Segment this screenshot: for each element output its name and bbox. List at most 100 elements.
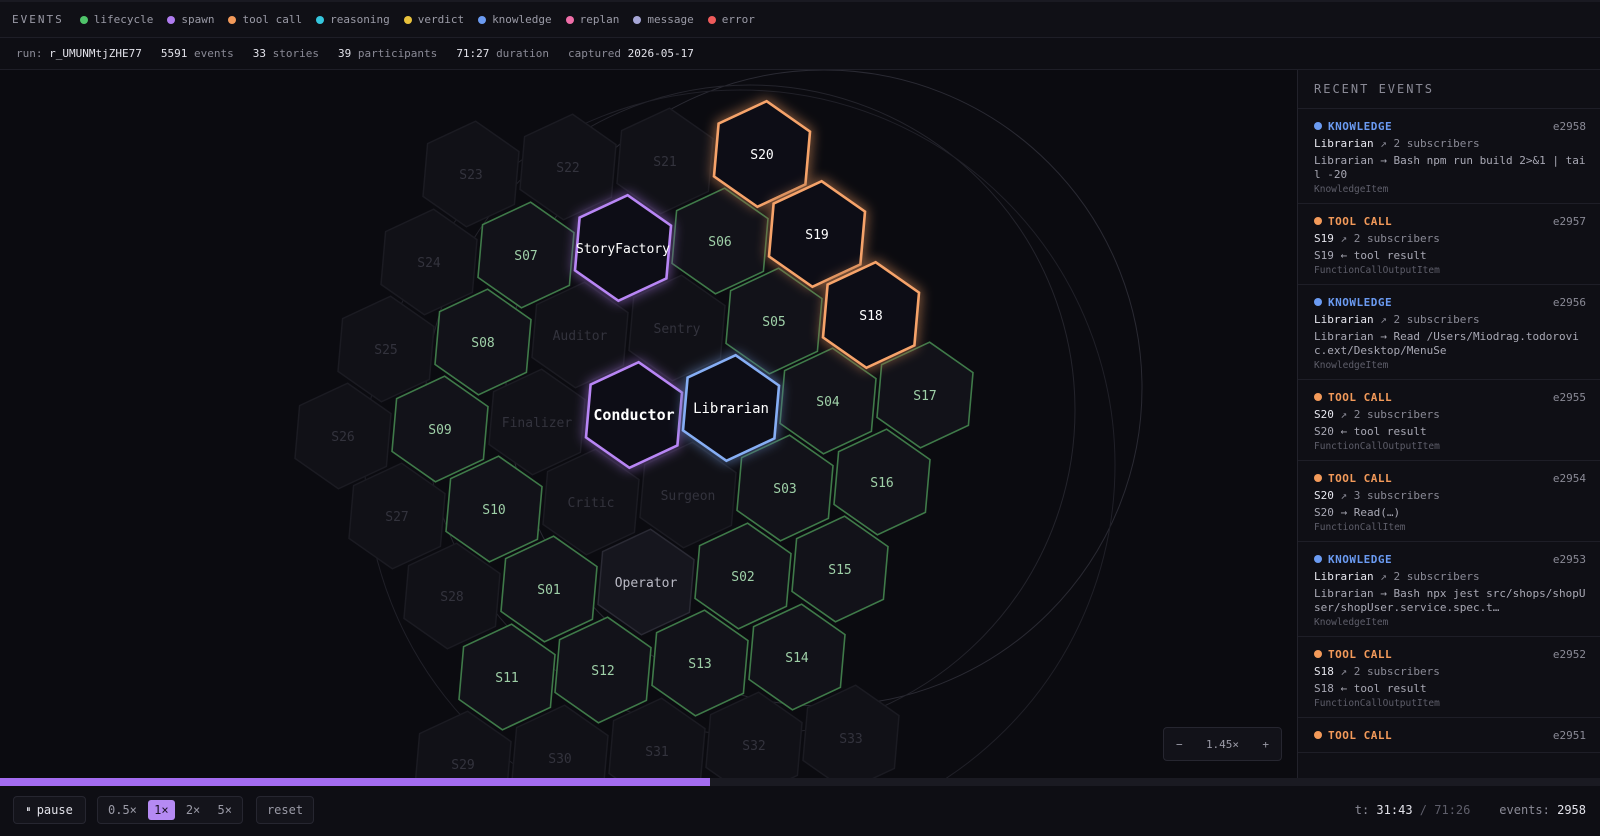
event-item[interactable]: KNOWLEDGE e2956 Librarian ↗ 2 subscribers L…: [1298, 285, 1600, 380]
event-kind-dot-icon: [1314, 650, 1322, 658]
event-type: KnowledgeItem: [1314, 360, 1389, 371]
event-kind-label: KNOWLEDGE: [1328, 295, 1393, 309]
event-kind-dot-icon: [1314, 393, 1322, 401]
hex-node-label: S13: [688, 657, 711, 672]
hex-node-s12[interactable]: S12: [554, 616, 652, 724]
recent-events-title: RECENT EVENTS: [1298, 70, 1600, 109]
agent-graph-canvas[interactable]: S23 S22 S21 S24 S25 Auditor Sentry S26 Finalizer…: [0, 70, 1297, 778]
legend-item-knowledge[interactable]: knowledge: [478, 13, 552, 26]
hex-node-label: StoryFactory: [576, 242, 670, 257]
event-item[interactable]: TOOL CALL e2955 S20 ↗ 2 subscribers S20 ← t…: [1298, 380, 1600, 461]
legend-item-message[interactable]: message: [633, 13, 694, 26]
event-item[interactable]: TOOL CALL e2954 S20 ↗ 3 subscribers S20 → R…: [1298, 461, 1600, 542]
event-subscribers: Librarian ↗ 2 subscribers: [1314, 313, 1480, 326]
hex-node-s14[interactable]: S14: [748, 603, 846, 711]
event-item[interactable]: TOOL CALL e2957 S19 ↗ 2 subscribers S19 ← t…: [1298, 204, 1600, 285]
legend-item-lifecycle[interactable]: lifecycle: [79, 13, 153, 26]
captured-date: captured 2026-05-17: [568, 47, 694, 60]
event-kind-label: TOOL CALL: [1328, 390, 1393, 404]
legend-item-spawn[interactable]: spawn: [167, 13, 214, 26]
hex-node-label: S14: [785, 651, 809, 666]
hex-node-label: S33: [839, 732, 862, 747]
hex-node-label: S27: [385, 510, 408, 525]
legend-item-error[interactable]: error: [707, 13, 755, 26]
event-header: KNOWLEDGE e2958: [1314, 117, 1586, 135]
event-id: e2956: [1552, 295, 1586, 309]
legend-item-reasoning[interactable]: reasoning: [316, 13, 390, 26]
event-type: FunctionCallItem: [1314, 522, 1406, 533]
event-kind: TOOL CALL: [1314, 472, 1392, 485]
speed-option-0.5x[interactable]: 0.5×: [102, 800, 143, 820]
event-subscribers: S18 ↗ 2 subscribers: [1314, 665, 1440, 678]
hex-node-label: S19: [805, 228, 828, 243]
hex-node-label: Surgeon: [661, 489, 716, 504]
timeline-progress[interactable]: [0, 778, 1600, 786]
event-type: FunctionCallOutputItem: [1314, 441, 1440, 452]
hex-node-label: Operator: [615, 576, 678, 591]
event-header: TOOL CALL e2955: [1314, 388, 1586, 406]
event-header: TOOL CALL e2954: [1314, 469, 1586, 487]
event-kind-dot-icon: [1314, 731, 1322, 739]
pause-button[interactable]: ⏸ pause: [13, 796, 86, 824]
hex-node-label: S04: [816, 395, 840, 410]
participants-count: 39 participants: [337, 47, 438, 60]
speed-option-1x[interactable]: 1×: [148, 800, 175, 820]
zoom-in-button[interactable]: +: [1262, 738, 1269, 751]
legend-item-tool-call[interactable]: tool call: [228, 13, 302, 26]
event-kind: KNOWLEDGE: [1314, 553, 1392, 566]
event-item[interactable]: KNOWLEDGE e2958 Librarian ↗ 2 subscribers L…: [1298, 109, 1600, 204]
legend-dot-icon: [228, 15, 237, 24]
hex-node-label: S02: [731, 570, 754, 585]
zoom-out-button[interactable]: −: [1176, 738, 1183, 751]
event-item[interactable]: TOOL CALL e2952 S18 ↗ 2 subscribers S18 ← t…: [1298, 637, 1600, 718]
legend-dot-icon: [478, 15, 487, 24]
event-header: TOOL CALL e2957: [1314, 212, 1586, 230]
hex-node-label: S31: [645, 745, 668, 760]
event-id: e2951: [1552, 728, 1586, 742]
event-id: e2953: [1552, 552, 1586, 566]
event-kind-label: TOOL CALL: [1328, 471, 1393, 485]
hex-node-label: S25: [374, 343, 397, 358]
legend-dot-icon: [316, 15, 325, 24]
events-processed: 2958: [1557, 803, 1586, 817]
legend-item-verdict[interactable]: verdict: [403, 13, 464, 26]
legend-items: lifecycle spawn tool call reasoning verdict k…: [79, 13, 769, 26]
legend-dot-icon: [707, 15, 716, 24]
event-text: S20 → Read(…): [1314, 506, 1401, 519]
pause-icon: ⏸: [26, 805, 31, 815]
event-text: Librarian → Bash npm run build 2>&1 | ta…: [1314, 154, 1586, 181]
event-text: S19 ← tool result: [1314, 249, 1427, 262]
run-id: run: r_UMUNMtjZHE77: [16, 47, 142, 60]
event-list[interactable]: KNOWLEDGE e2958 Librarian ↗ 2 subscribers L…: [1298, 109, 1600, 753]
hex-node-label: S24: [417, 256, 441, 271]
event-kind-label: TOOL CALL: [1328, 728, 1393, 742]
hex-node-s33[interactable]: S33: [802, 684, 900, 778]
speed-selector: 0.5× 1× 2× 5×: [97, 796, 243, 824]
hex-node-label: S22: [556, 161, 579, 176]
hex-graph[interactable]: S23 S22 S21 S24 S25 Auditor Sentry S26 Finalizer…: [0, 70, 1297, 778]
event-kind: KNOWLEDGE: [1314, 296, 1392, 309]
speed-option-2x[interactable]: 2×: [180, 800, 206, 820]
hex-node-label: S07: [514, 249, 537, 264]
event-kind-dot-icon: [1314, 474, 1322, 482]
hex-node-label: Finalizer: [502, 416, 573, 431]
event-legend-bar: EVENTS lifecycle spawn tool call reasoning v…: [0, 0, 1600, 38]
event-type: FunctionCallOutputItem: [1314, 265, 1440, 276]
event-item[interactable]: TOOL CALL e2951: [1298, 718, 1600, 753]
reset-button[interactable]: reset: [256, 796, 314, 824]
event-subscribers: S20 ↗ 2 subscribers: [1314, 408, 1440, 421]
hex-node-label: S06: [708, 235, 731, 250]
event-subscribers: S20 ↗ 3 subscribers: [1314, 489, 1440, 502]
event-id: e2957: [1552, 214, 1586, 228]
hex-node-label: S16: [870, 476, 893, 491]
run-meta-bar: run: r_UMUNMtjZHE77 5591 events 33 stori…: [0, 38, 1600, 70]
event-type: KnowledgeItem: [1314, 184, 1389, 195]
event-id: e2955: [1552, 390, 1586, 404]
recent-events-panel: RECENT EVENTS KNOWLEDGE e2958 Librarian ↗ …: [1297, 70, 1600, 778]
legend-item-replan[interactable]: replan: [565, 13, 619, 26]
event-id: e2954: [1552, 471, 1586, 485]
time-readout: t: 31:43 / 71:26 events: 2958: [1354, 803, 1586, 817]
speed-option-5x[interactable]: 5×: [212, 800, 238, 820]
event-item[interactable]: KNOWLEDGE e2953 Librarian ↗ 2 subscribers L…: [1298, 542, 1600, 637]
pause-label: pause: [36, 803, 73, 817]
